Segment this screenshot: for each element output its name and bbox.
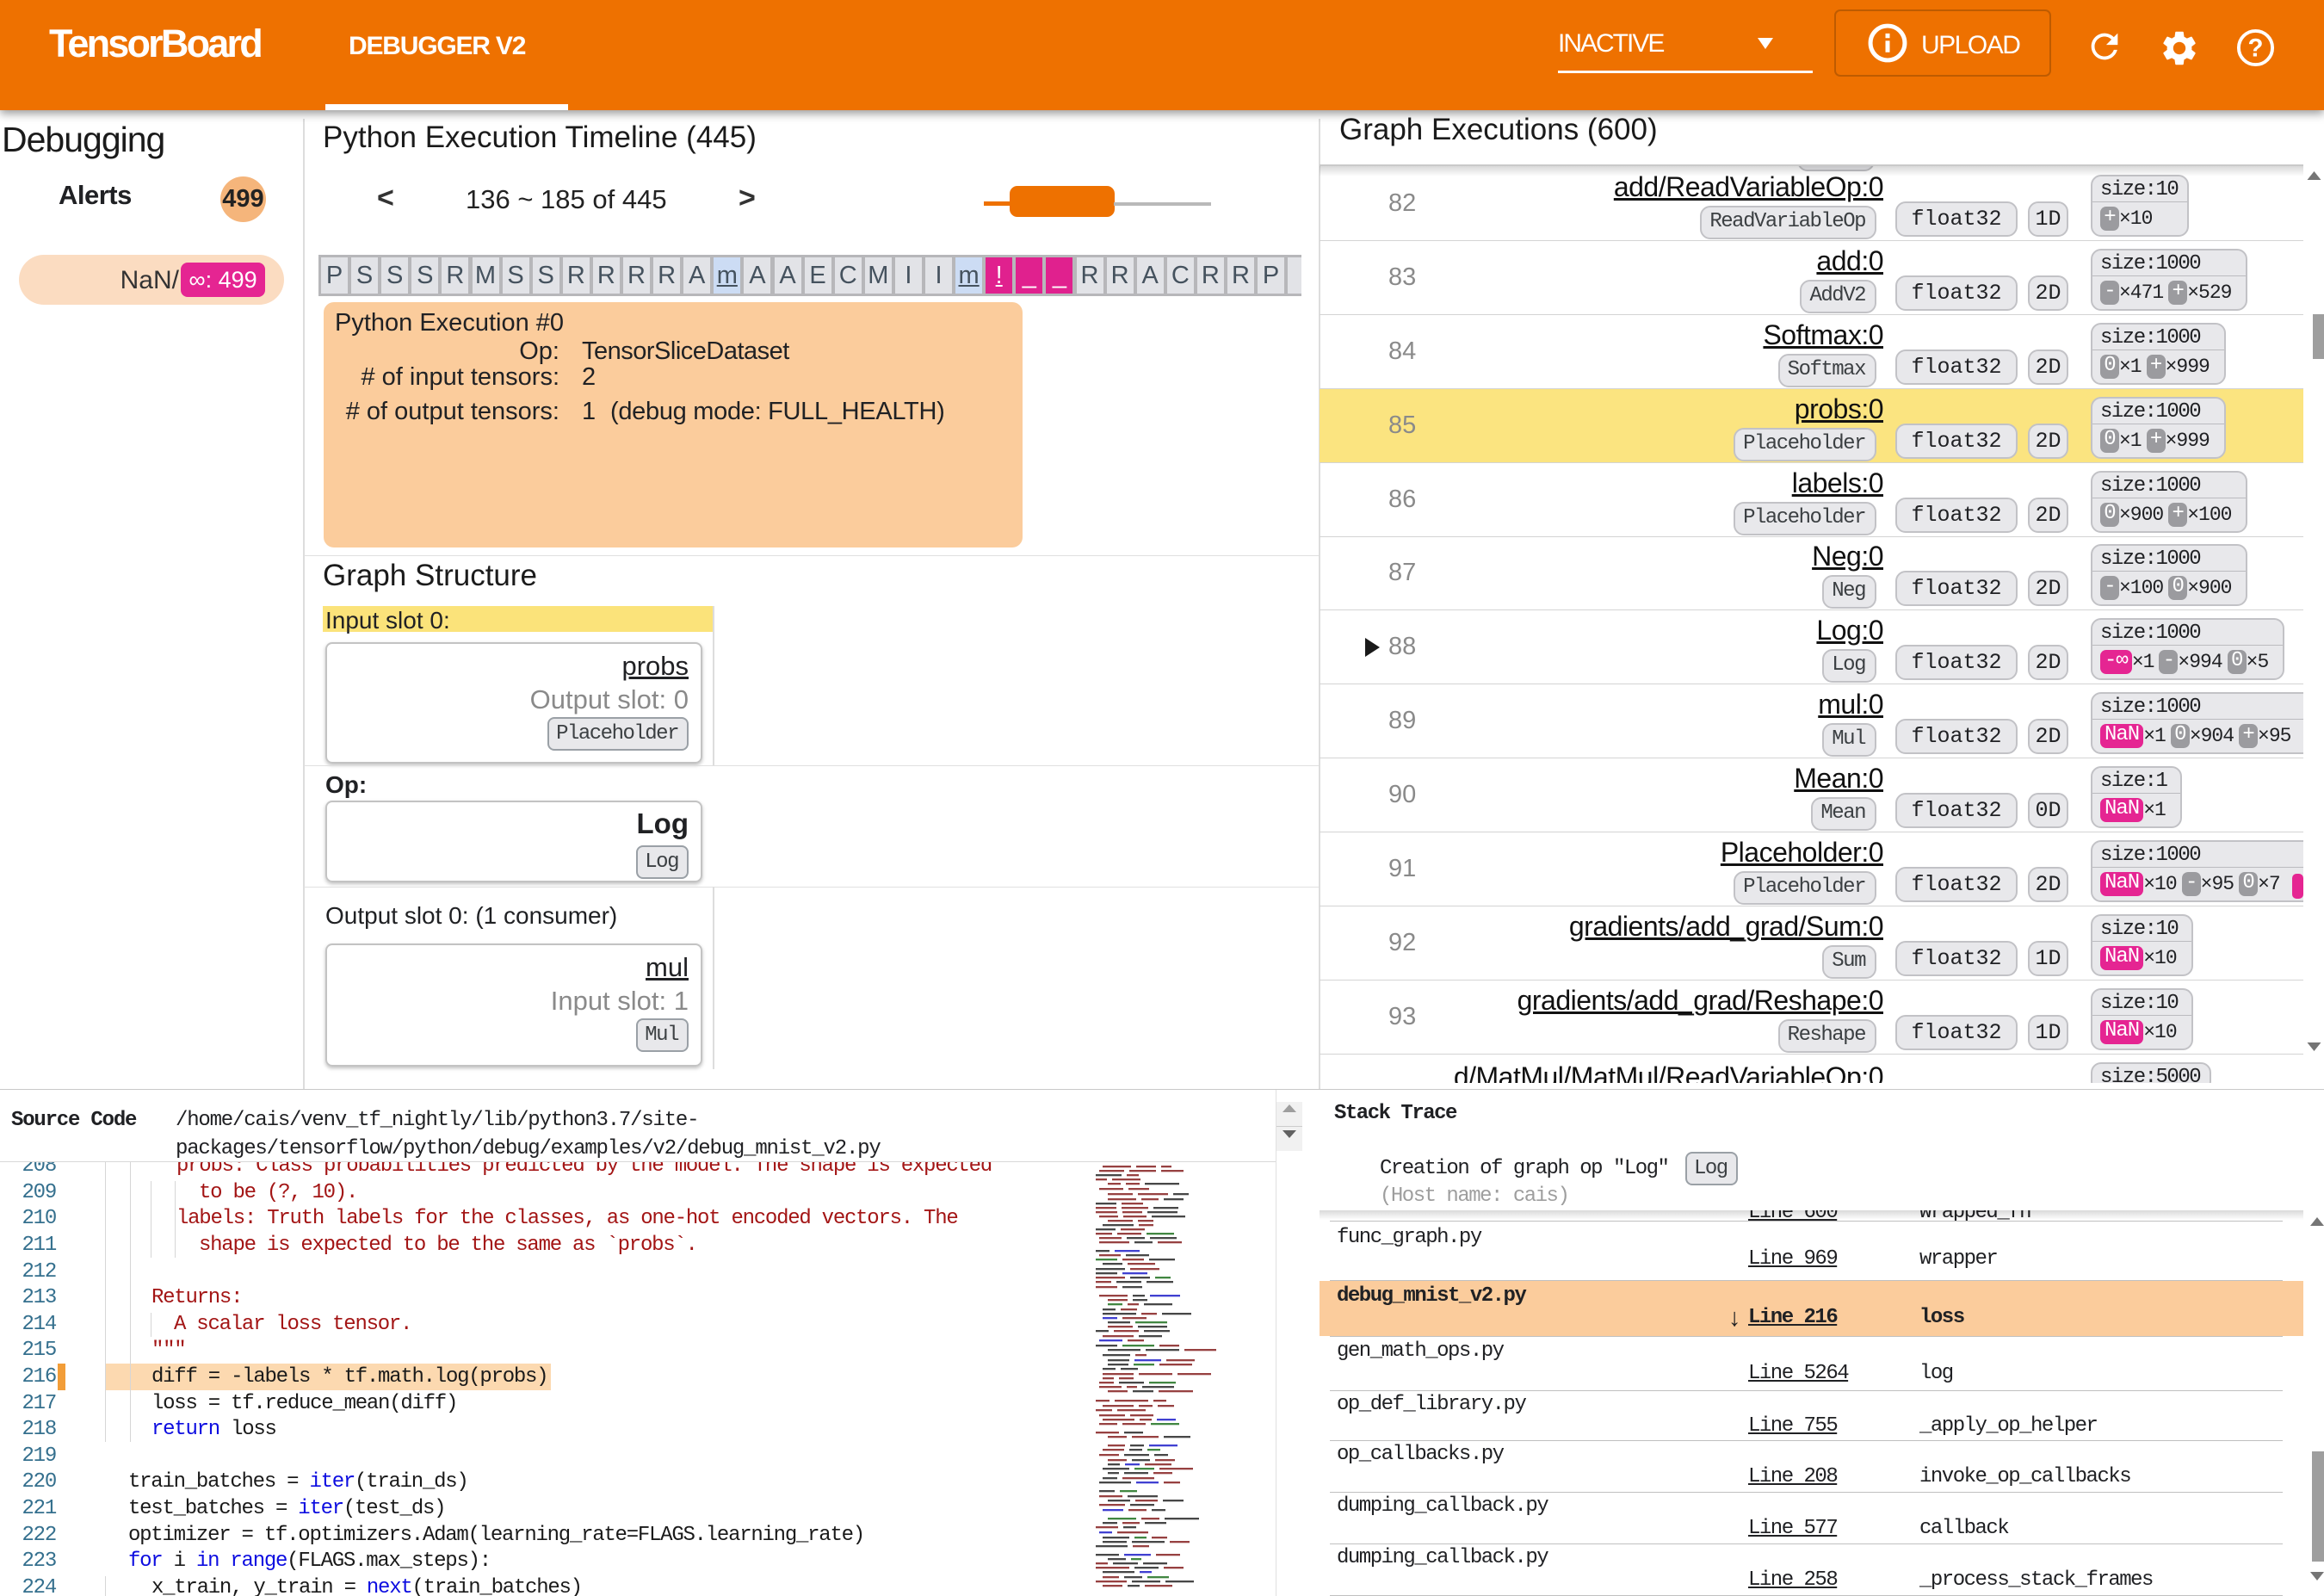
svg-text:?: ? bbox=[2248, 34, 2264, 62]
